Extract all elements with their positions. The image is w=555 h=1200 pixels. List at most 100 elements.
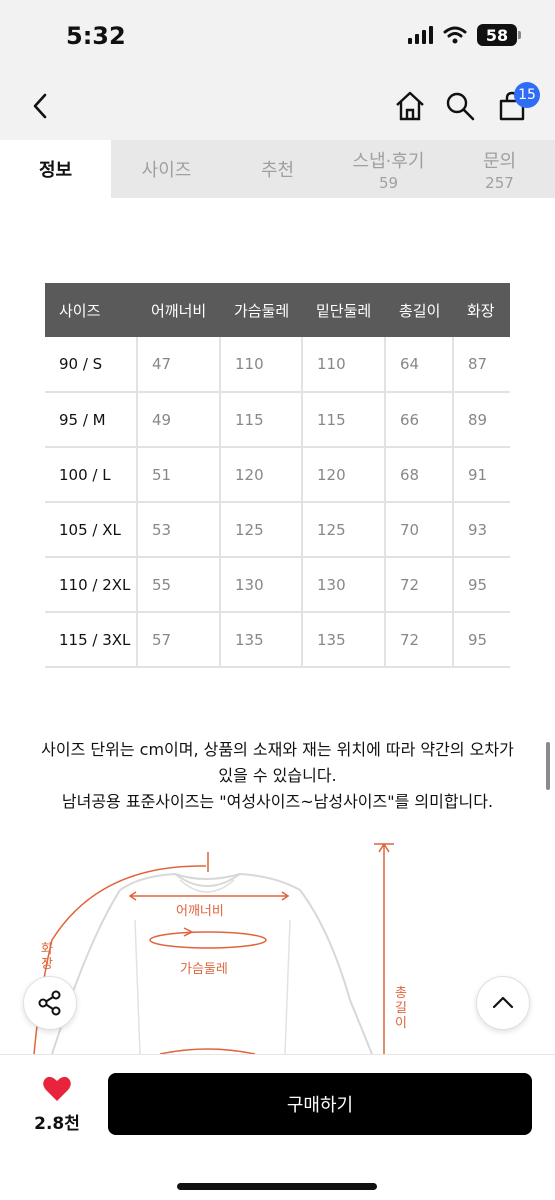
- table-cell: 57: [137, 612, 221, 668]
- header-hem: 밑단둘레: [302, 283, 385, 337]
- size-table: 사이즈 어깨너비 가슴둘레 밑단둘레 총길이 화장 90 / S 47 110 …: [45, 283, 510, 668]
- table-cell: 115: [220, 392, 303, 448]
- share-button[interactable]: [23, 976, 77, 1030]
- home-icon: [396, 91, 424, 121]
- cart-count-badge: 15: [514, 82, 540, 108]
- tab-snap-review[interactable]: 스냅·후기 59: [333, 140, 444, 198]
- table-row: 95 / M 49 115 115 66 89: [45, 392, 510, 448]
- note-line: 남녀공용 표준사이즈는 "여성사이즈~남성사이즈"를 의미합니다.: [61, 792, 494, 811]
- size-note: 사이즈 단위는 cm이며, 상품의 소재와 재는 위치에 따라 약간의 오차가 …: [20, 737, 535, 815]
- size-cell: 100 / L: [45, 447, 138, 503]
- table-row: 105 / XL 53 125 125 70 93: [45, 502, 510, 558]
- table-cell: 66: [385, 392, 454, 448]
- tab-bar: 정보 사이즈 추천 스냅·후기 59 문의 257: [0, 140, 555, 198]
- header-chest: 가슴둘레: [220, 283, 302, 337]
- size-cell: 110 / 2XL: [45, 557, 138, 613]
- note-line: 있을 수 있습니다.: [218, 766, 337, 785]
- table-cell: 110: [220, 337, 303, 393]
- status-icons: 58: [408, 24, 521, 46]
- cart-button[interactable]: 15: [490, 82, 540, 128]
- header-length: 총길이: [385, 283, 453, 337]
- table-cell: 93: [453, 502, 510, 558]
- back-button[interactable]: [18, 84, 62, 128]
- table-cell: 53: [137, 502, 221, 558]
- size-cell: 95 / M: [45, 392, 138, 448]
- table-cell: 110: [302, 337, 386, 393]
- size-cell: 90 / S: [45, 337, 138, 393]
- tab-label: 문의: [482, 150, 517, 172]
- table-cell: 135: [220, 612, 303, 668]
- table-cell: 87: [453, 337, 510, 393]
- table-cell: 125: [220, 502, 303, 558]
- sweater-illustration: [33, 842, 394, 1054]
- battery-icon: 58: [477, 24, 521, 46]
- table-row: 90 / S 47 110 110 64 87: [45, 337, 510, 393]
- table-cell: 130: [302, 557, 386, 613]
- search-button[interactable]: [438, 84, 482, 128]
- note-line: 사이즈 단위는 cm이며, 상품의 소재와 재는 위치에 따라 약간의 오차가: [41, 740, 514, 759]
- table-cell: 64: [385, 337, 454, 393]
- home-indicator: [177, 1183, 377, 1190]
- wifi-icon: [443, 26, 467, 44]
- table-row: 100 / L 51 120 120 68 91: [45, 447, 510, 503]
- header-sleeve: 화장: [453, 283, 510, 337]
- like-count: 2.8천: [34, 1114, 80, 1134]
- tab-label: 정보: [38, 160, 73, 181]
- table-cell: 95: [453, 612, 510, 668]
- table-cell: 72: [385, 612, 454, 668]
- table-cell: 120: [220, 447, 303, 503]
- tab-info[interactable]: 정보: [0, 140, 111, 198]
- table-cell: 72: [385, 557, 454, 613]
- table-cell: 51: [137, 447, 221, 503]
- tab-count: 59: [378, 173, 399, 192]
- scroll-top-button[interactable]: [476, 976, 530, 1030]
- size-cell: 105 / XL: [45, 502, 138, 558]
- tab-recommend[interactable]: 추천: [222, 140, 333, 198]
- status-bar: 5:32 58: [0, 0, 555, 72]
- table-cell: 95: [453, 557, 510, 613]
- table-cell: 91: [453, 447, 510, 503]
- tab-label: 스냅·후기: [352, 150, 425, 172]
- like-button[interactable]: 2.8천: [20, 1075, 94, 1134]
- header-shoulder: 어깨너비: [137, 283, 220, 337]
- table-cell: 130: [220, 557, 303, 613]
- shoulder-label: 어깨너비: [176, 904, 224, 919]
- table-row: 110 / 2XL 55 130 130 72 95: [45, 557, 510, 613]
- table-cell: 70: [385, 502, 454, 558]
- table-cell: 120: [302, 447, 386, 503]
- table-cell: 115: [302, 392, 386, 448]
- nav-bar: 15: [0, 72, 555, 140]
- size-cell: 115 / 3XL: [45, 612, 138, 668]
- battery-level: 58: [485, 25, 509, 45]
- tab-inquiry[interactable]: 문의 257: [444, 140, 555, 198]
- table-cell: 49: [137, 392, 221, 448]
- search-icon: [446, 92, 475, 121]
- tab-label: 추천: [260, 160, 295, 181]
- tab-count: 257: [485, 173, 514, 192]
- buy-button[interactable]: 구매하기: [108, 1073, 532, 1135]
- table-cell: 89: [453, 392, 510, 448]
- table-header-row: 사이즈 어깨너비 가슴둘레 밑단둘레 총길이 화장: [45, 283, 510, 337]
- chest-label: 가슴둘레: [180, 962, 228, 977]
- signal-icon: [408, 26, 433, 44]
- table-cell: 68: [385, 447, 454, 503]
- table-cell: 135: [302, 612, 386, 668]
- table-cell: 55: [137, 557, 221, 613]
- tab-label: 사이즈: [141, 160, 192, 181]
- header-size: 사이즈: [45, 283, 137, 337]
- length-label: 총길이: [395, 986, 407, 1031]
- sleeve-label: 화장: [41, 942, 53, 972]
- share-icon: [38, 990, 61, 1016]
- table-row: 115 / 3XL 57 135 135 72 95: [45, 612, 510, 668]
- status-time: 5:32: [66, 22, 126, 50]
- tab-size[interactable]: 사이즈: [111, 140, 222, 198]
- back-arrow-icon: [33, 93, 47, 119]
- table-cell: 47: [137, 337, 221, 393]
- home-button[interactable]: [388, 84, 432, 128]
- measurement-diagram: 어깨너비 가슴둘레 화장 총길이: [0, 840, 555, 1054]
- bottom-bar: 2.8천 구매하기: [0, 1054, 555, 1200]
- chevron-up-icon: [492, 996, 514, 1009]
- heart-icon: [43, 1076, 71, 1101]
- table-cell: 125: [302, 502, 386, 558]
- scrollbar[interactable]: [546, 742, 550, 790]
